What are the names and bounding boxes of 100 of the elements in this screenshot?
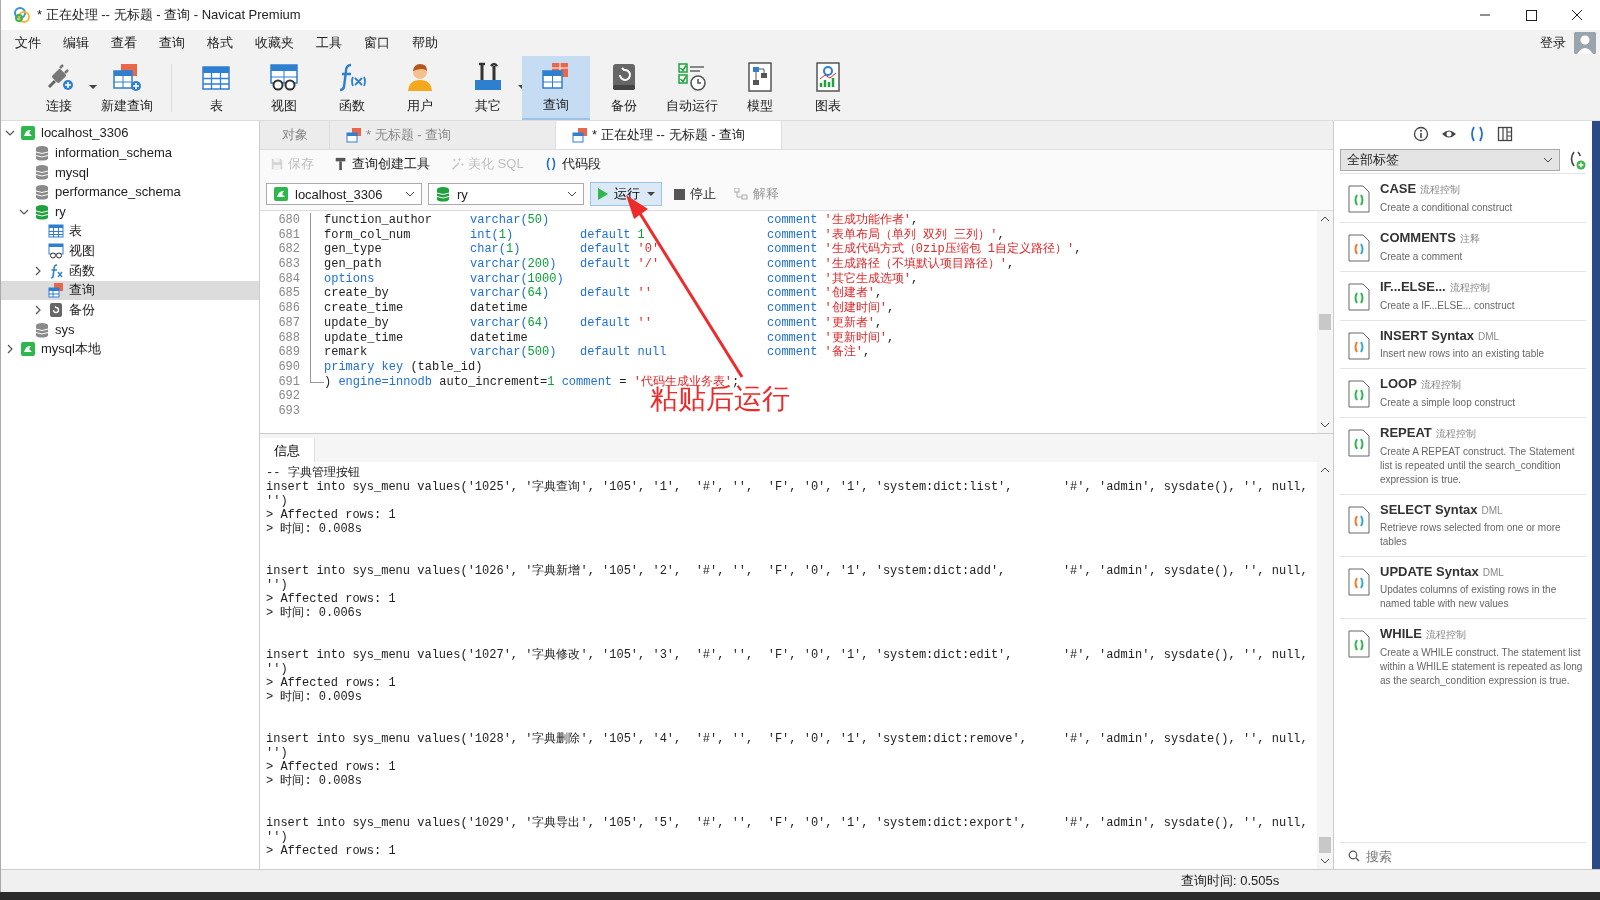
snippet-item[interactable]: CASE 流程控制 Create a conditional construct bbox=[1340, 173, 1586, 222]
database-icon bbox=[34, 203, 50, 220]
toolbar-button[interactable]: 用户 bbox=[386, 56, 454, 120]
database-icon bbox=[435, 186, 451, 202]
tree-item[interactable]: mysql本地 bbox=[41, 340, 101, 359]
tab[interactable]: 信息 bbox=[260, 438, 315, 462]
tree-item[interactable]: mysql bbox=[55, 164, 89, 180]
line-number: 690 bbox=[277, 359, 301, 375]
code-text: varchar(64) bbox=[470, 315, 551, 331]
snippet-file-icon bbox=[1348, 506, 1370, 534]
toolbar-button[interactable]: 模型 bbox=[726, 56, 794, 120]
expand-chevron-icon[interactable] bbox=[33, 305, 43, 316]
toolbar-button[interactable]: 备份 bbox=[590, 56, 658, 120]
expand-chevron-icon[interactable] bbox=[33, 265, 43, 276]
tree-item[interactable]: 备份 bbox=[69, 301, 95, 320]
query-icon bbox=[346, 127, 362, 143]
toolbar-button[interactable]: 图表 bbox=[794, 56, 862, 120]
scroll-thumb[interactable] bbox=[1319, 314, 1331, 330]
scroll-up-icon[interactable] bbox=[1320, 466, 1330, 474]
menu-item[interactable]: 文件 bbox=[7, 34, 55, 52]
toolbar-button[interactable]: 视图 bbox=[250, 56, 318, 120]
tree-item[interactable]: information_schema bbox=[55, 145, 173, 161]
snippet-description: Create a IF...ELSE... construct bbox=[1380, 299, 1515, 313]
menu-item[interactable]: 帮助 bbox=[404, 34, 452, 52]
database-select[interactable]: ry bbox=[428, 183, 584, 205]
info-icon[interactable] bbox=[1413, 126, 1429, 142]
tree-item[interactable]: sys bbox=[55, 322, 75, 338]
layout-icon[interactable] bbox=[1497, 126, 1513, 142]
snippet-tag: 流程控制 bbox=[1420, 183, 1461, 197]
code-text: function_author bbox=[324, 213, 434, 228]
function-icon bbox=[48, 262, 64, 279]
menu-item[interactable]: 窗口 bbox=[356, 34, 404, 52]
snippet-item[interactable]: IF...ELSE... 流程控制 Create a IF...ELSE... construct bbox=[1340, 271, 1586, 320]
tag-filter-select[interactable]: 全部标签 bbox=[1340, 149, 1560, 171]
snippet-item[interactable]: LOOP 流程控制 Create a simple loop construct bbox=[1340, 368, 1586, 417]
tree-item[interactable]: 查询 bbox=[69, 281, 95, 300]
database-icon bbox=[34, 164, 50, 181]
snippet-item[interactable]: WHILE 流程控制 Create a WHILE construct. The statement list within a WHILE statement is repeated as long as the search_condition expression is true. bbox=[1340, 618, 1586, 695]
editor-toolbar-button[interactable]: 查询创建工具 bbox=[330, 153, 434, 175]
run-button[interactable]: 运行 bbox=[590, 182, 662, 206]
toolbar-button[interactable]: 新建查询 bbox=[93, 56, 161, 120]
menu-item[interactable]: 查询 bbox=[151, 34, 199, 52]
code-text: varchar(200) bbox=[470, 257, 558, 272]
caret-icon[interactable] bbox=[647, 191, 655, 197]
login-link[interactable]: 登录 bbox=[1540, 34, 1566, 52]
sparkle-icon bbox=[450, 157, 464, 171]
toolbar-button[interactable]: 表 bbox=[182, 56, 250, 120]
code-text: comment '生成代码方式（0zip压缩包 1自定义路径）', bbox=[767, 242, 1082, 257]
scroll-down-icon[interactable] bbox=[1320, 857, 1330, 865]
snippet-tag: 流程控制 bbox=[1435, 427, 1476, 441]
menu-item[interactable]: 查看 bbox=[103, 34, 151, 52]
menu-item[interactable]: 收藏夹 bbox=[247, 34, 308, 52]
scrollbar[interactable] bbox=[1317, 211, 1333, 433]
code-text: update_time bbox=[324, 330, 405, 346]
snippet-name: COMMENTS bbox=[1380, 230, 1456, 245]
query-icon bbox=[572, 127, 588, 143]
code-text: char(1) bbox=[470, 242, 522, 258]
connection-select[interactable]: localhost_3306 bbox=[266, 183, 422, 205]
menu-item[interactable]: 工具 bbox=[308, 34, 356, 52]
toolbar-button[interactable]: 其它 bbox=[454, 56, 522, 120]
search-field[interactable]: 搜索 bbox=[1364, 847, 1568, 865]
scroll-down-icon[interactable] bbox=[1320, 421, 1330, 429]
snippet-tag: 注释 bbox=[1459, 232, 1480, 246]
scroll-up-icon[interactable] bbox=[1320, 215, 1330, 223]
editor-toolbar-button[interactable]: 代码段 bbox=[539, 153, 605, 175]
tree-item[interactable]: 视图 bbox=[69, 241, 95, 260]
code-text: comment '其它生成选项', bbox=[767, 271, 919, 286]
code-text: update_by bbox=[324, 315, 390, 331]
toolbar-button[interactable]: 查询 bbox=[522, 56, 590, 120]
tree-item[interactable]: performance_schema bbox=[55, 184, 181, 200]
snippet-item[interactable]: COMMENTS 注释 Create a comment bbox=[1340, 222, 1586, 271]
braces-icon[interactable] bbox=[1469, 126, 1485, 142]
new-query-icon bbox=[111, 61, 143, 93]
scrollbar[interactable] bbox=[1317, 462, 1333, 869]
snippet-tag: 流程控制 bbox=[1425, 628, 1466, 642]
snippet-description: Create a conditional construct bbox=[1380, 201, 1513, 215]
scroll-thumb[interactable] bbox=[1319, 837, 1331, 853]
tab[interactable]: * 正在处理 -- 无标题 - 查询 bbox=[556, 121, 782, 149]
tree-item[interactable]: 表 bbox=[69, 222, 82, 241]
menu-item[interactable]: 格式 bbox=[199, 34, 247, 52]
toolbar-button[interactable]: 连接 bbox=[25, 56, 93, 120]
snippet-item[interactable]: INSERT Syntax DML Insert new rows into an existing table bbox=[1340, 320, 1586, 368]
toolbar-button[interactable]: 函数 bbox=[318, 56, 386, 120]
toolbar-button[interactable]: 自动运行 bbox=[658, 56, 726, 120]
snippet-item[interactable]: SELECT Syntax DML Retrieve rows selected from one or more tables bbox=[1340, 494, 1586, 556]
snippet-item[interactable]: UPDATE Syntax DML Updates columns of existing rows in the named table with new values bbox=[1340, 556, 1586, 618]
stop-button[interactable]: 停止 bbox=[668, 184, 722, 204]
tools-icon bbox=[472, 61, 504, 93]
tree-item[interactable]: 函数 bbox=[69, 261, 95, 280]
expand-chevron-icon[interactable] bbox=[5, 344, 15, 355]
code-text: create_by bbox=[324, 286, 390, 302]
explain-icon bbox=[734, 188, 748, 200]
tree-item[interactable]: localhost_3306 bbox=[41, 125, 129, 141]
tree-item[interactable]: ry bbox=[55, 204, 66, 220]
code-text: varchar(1000) bbox=[470, 271, 565, 287]
code-text: gen_type bbox=[324, 242, 383, 258]
snippet-item[interactable]: REPEAT 流程控制 Create A REPEAT construct. The Statement list is repeated until the search_condition expression is true. bbox=[1340, 417, 1586, 494]
caret-icon[interactable] bbox=[89, 84, 97, 90]
snippet-file-icon bbox=[1348, 283, 1370, 311]
menu-item[interactable]: 编辑 bbox=[55, 34, 103, 52]
